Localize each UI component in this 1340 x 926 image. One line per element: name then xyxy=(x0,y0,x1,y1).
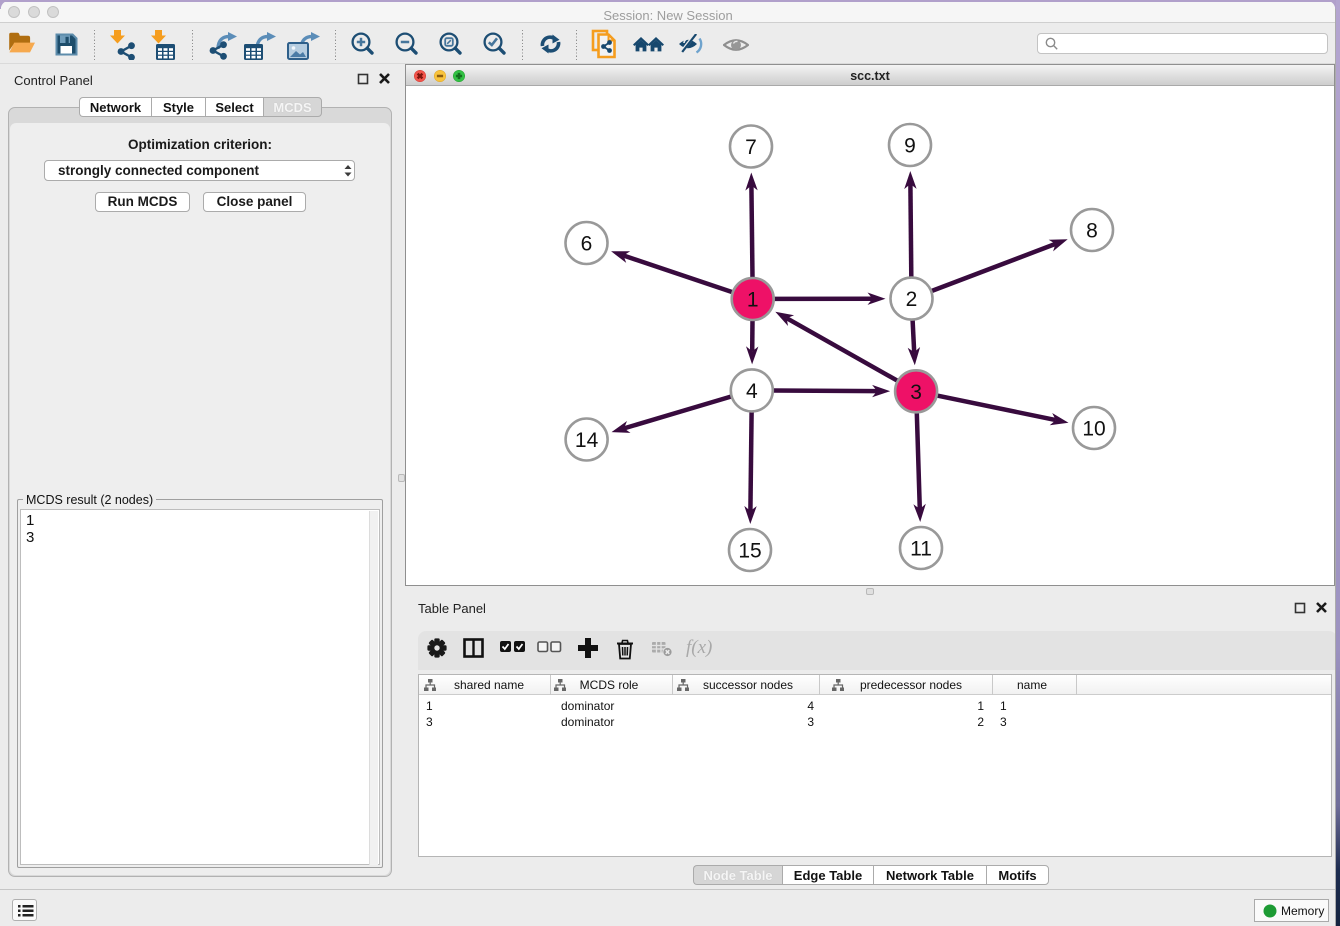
svg-text:3: 3 xyxy=(910,381,922,404)
svg-text:8: 8 xyxy=(1086,220,1098,243)
svg-text:9: 9 xyxy=(904,135,916,158)
svg-text:14: 14 xyxy=(575,429,599,452)
svg-text:15: 15 xyxy=(738,540,761,563)
svg-text:2: 2 xyxy=(906,288,918,311)
svg-text:6: 6 xyxy=(581,233,593,256)
svg-text:1: 1 xyxy=(747,289,759,312)
svg-text:10: 10 xyxy=(1082,418,1105,441)
svg-text:4: 4 xyxy=(746,380,758,403)
svg-text:11: 11 xyxy=(910,538,932,561)
svg-text:7: 7 xyxy=(745,136,757,159)
